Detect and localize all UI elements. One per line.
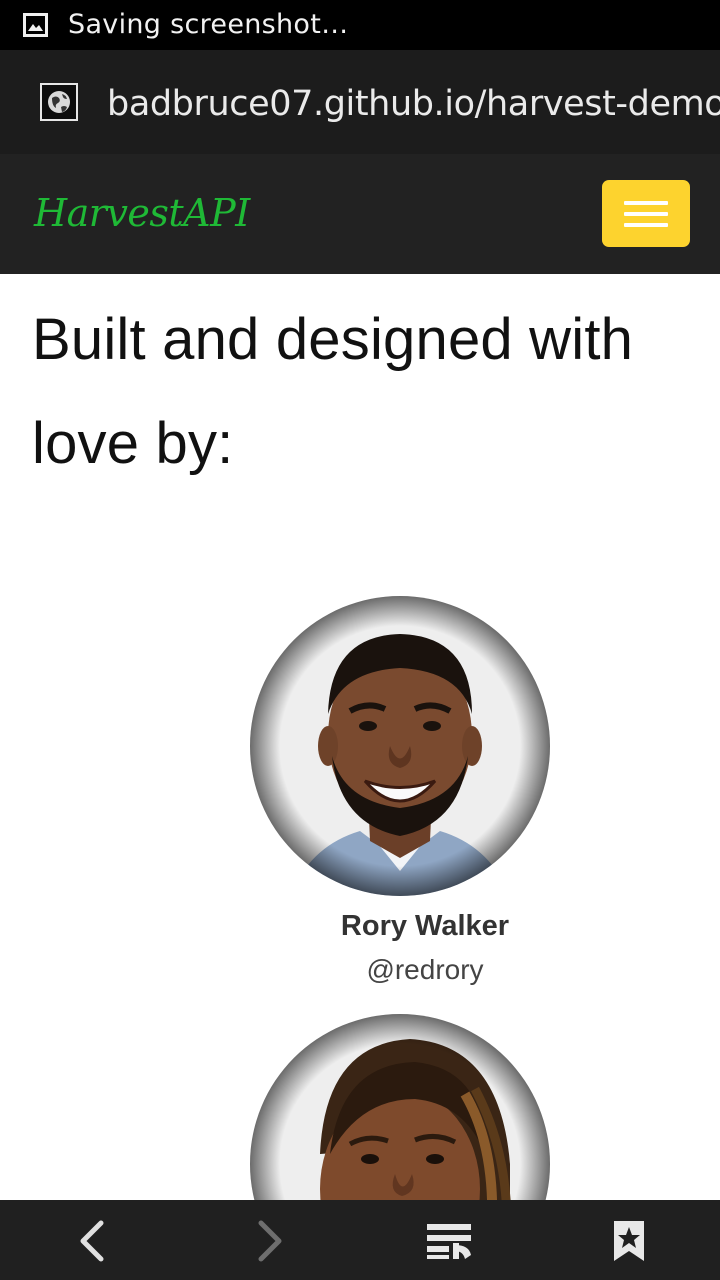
team-member-avatar bbox=[250, 596, 550, 896]
globe-icon bbox=[40, 83, 78, 121]
hamburger-icon bbox=[624, 201, 668, 205]
url-text[interactable]: badbruce07.github.io/harvest-demo2 bbox=[107, 83, 720, 125]
team-member-handle[interactable]: @redrory bbox=[250, 950, 600, 990]
menu-toggle-button[interactable] bbox=[602, 180, 690, 247]
hamburger-icon-bar bbox=[624, 223, 668, 227]
hamburger-icon-bar bbox=[624, 212, 668, 216]
back-icon[interactable] bbox=[66, 1216, 116, 1266]
browser-bottom-bar bbox=[0, 1200, 720, 1280]
site-navbar: HarvestAPI bbox=[0, 154, 720, 274]
url-bar[interactable]: badbruce07.github.io/harvest-demo2 bbox=[0, 50, 720, 154]
tabs-icon[interactable] bbox=[425, 1216, 475, 1266]
bookmarks-icon[interactable] bbox=[604, 1216, 654, 1266]
forward-icon[interactable] bbox=[246, 1216, 296, 1266]
image-icon bbox=[23, 13, 48, 37]
page-heading: Built and designed with love by: bbox=[32, 307, 634, 476]
status-bar: Saving screenshot… bbox=[0, 0, 720, 50]
brand-logo[interactable]: HarvestAPI bbox=[34, 188, 250, 238]
team-member-name: Rory Walker bbox=[340, 910, 510, 942]
status-text: Saving screenshot… bbox=[68, 9, 349, 40]
